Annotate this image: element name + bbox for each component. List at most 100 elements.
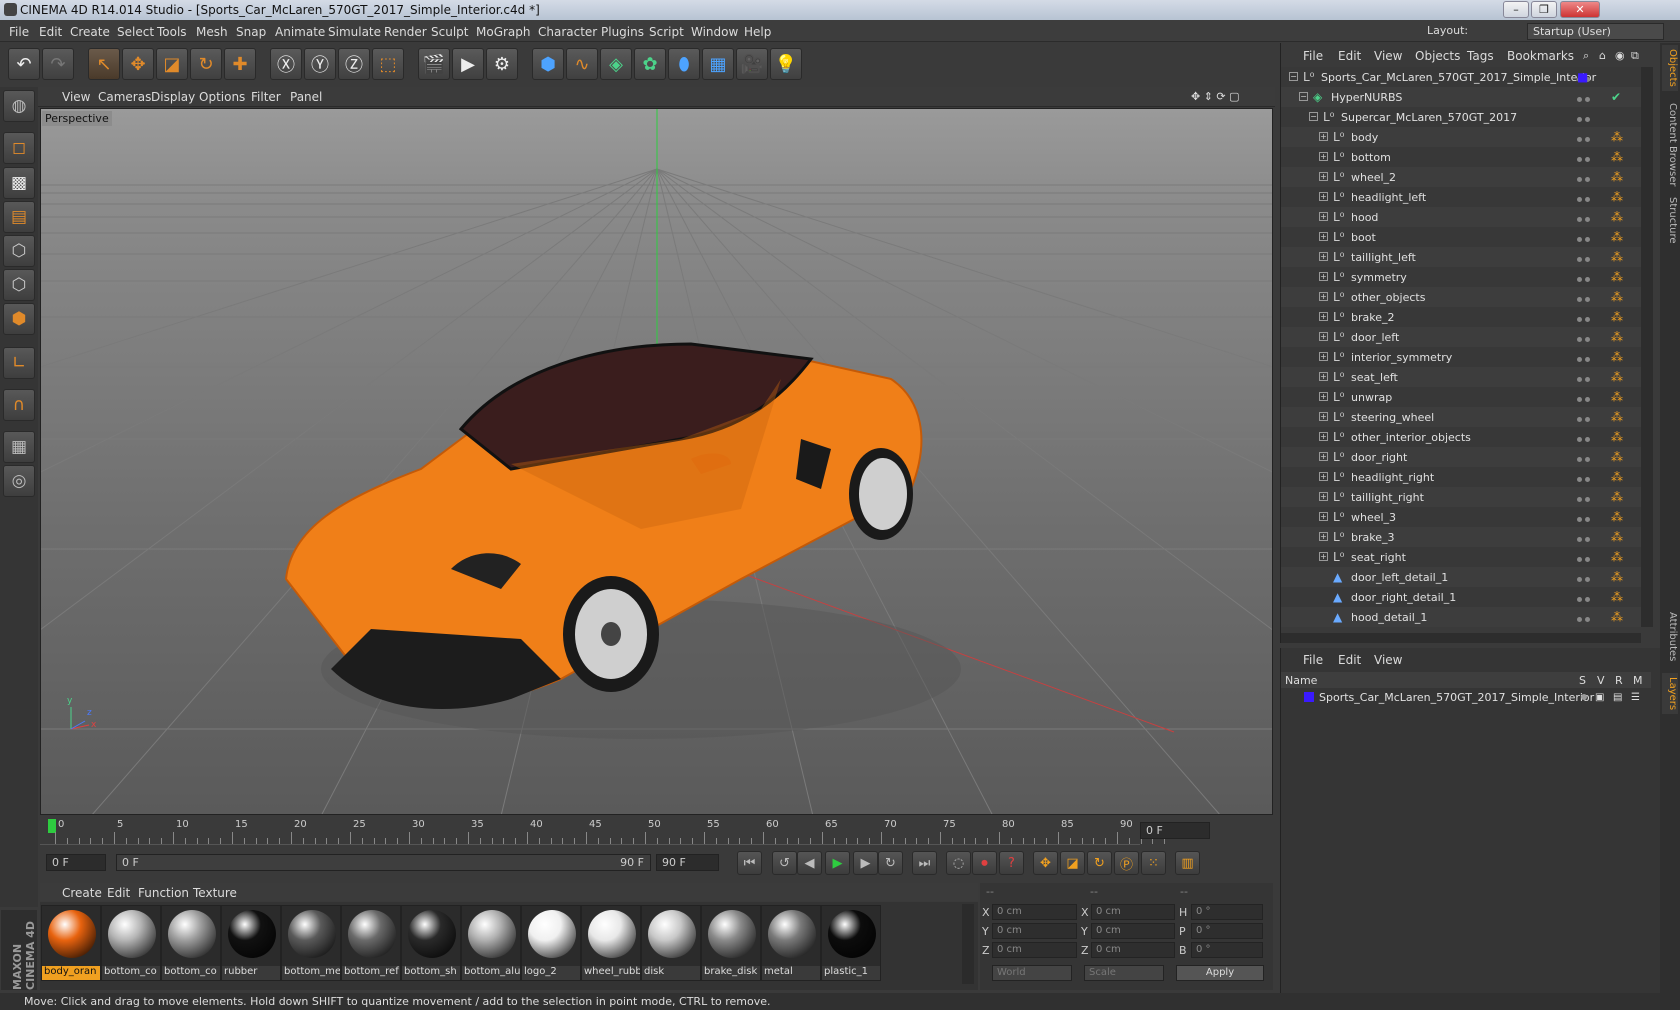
expand-toggle[interactable]: + [1319, 452, 1328, 461]
objects-menu-tags[interactable]: Tags [1467, 49, 1494, 63]
object-row[interactable]: + L⁰ bottom ⁂ [1281, 147, 1641, 167]
new-window-icon[interactable]: ⧉ [1631, 49, 1639, 63]
visibility-dots[interactable] [1577, 192, 1593, 202]
material-menu-texture[interactable]: Texture [193, 886, 237, 900]
tab-structure[interactable]: Structure [1662, 193, 1678, 248]
key-icon[interactable]: ↺ [772, 851, 797, 875]
edges-mode-icon[interactable]: ⬡ [3, 269, 35, 301]
add-icon[interactable]: ✚ [224, 48, 256, 80]
objects-menu-objects[interactable]: Objects [1415, 49, 1460, 63]
menu-mograph[interactable]: MoGraph [476, 25, 531, 39]
visibility-dots[interactable] [1577, 412, 1593, 422]
object-row[interactable]: + L⁰ wheel_3 ⁂ [1281, 507, 1641, 527]
object-row[interactable]: + L⁰ door_left ⁂ [1281, 327, 1641, 347]
autokey-icon[interactable]: ⏺ [972, 851, 997, 875]
expand-toggle[interactable]: + [1319, 192, 1328, 201]
expand-toggle[interactable]: + [1319, 292, 1328, 301]
material-menu-edit[interactable]: Edit [107, 886, 130, 900]
record-keys-icon[interactable]: ◌ [946, 851, 971, 875]
object-list-hscrollbar[interactable] [1281, 633, 1641, 643]
start-frame-field[interactable]: 0 F [46, 854, 106, 871]
expand-toggle[interactable]: − [1299, 92, 1308, 101]
nurbs-icon[interactable]: ◈ [600, 48, 632, 80]
x-axis-icon[interactable]: Ⓧ [270, 48, 302, 80]
material-menu-function[interactable]: Function [138, 886, 189, 900]
expand-toggle[interactable]: + [1319, 232, 1328, 241]
timeline-ruler[interactable]: 0 5 10 15 20 25 30 35 40 45 50 55 60 65 70 75 80 85 90 0 F [40, 817, 1273, 845]
object-row[interactable]: + L⁰ brake_2 ⁂ [1281, 307, 1641, 327]
material-swatch[interactable]: bottom_alu [461, 905, 521, 981]
cube-icon[interactable]: ⬢ [532, 48, 564, 80]
visibility-dots[interactable] [1577, 492, 1593, 502]
menu-edit[interactable]: Edit [39, 25, 62, 39]
coord-size-z-field[interactable]: 0 cm [1091, 942, 1175, 958]
expand-toggle[interactable]: + [1319, 352, 1328, 361]
locked-workplane-icon[interactable]: ▦ [3, 431, 35, 463]
viewport-menu-filter[interactable]: Filter [251, 90, 281, 104]
coord-rot-b-field[interactable]: 0 ° [1191, 942, 1263, 958]
object-row[interactable]: + L⁰ seat_right ⁂ [1281, 547, 1641, 567]
coord-transform-select[interactable]: Scale [1084, 965, 1164, 981]
tab-content-browser[interactable]: Content Browser [1662, 99, 1678, 190]
expand-toggle[interactable]: + [1319, 252, 1328, 261]
axis-mode-icon[interactable]: ∟ [3, 347, 35, 379]
undo-icon[interactable]: ↶ [8, 48, 40, 80]
visibility-dots[interactable] [1577, 212, 1593, 222]
expand-toggle[interactable]: + [1319, 172, 1328, 181]
object-row[interactable]: + L⁰ headlight_left ⁂ [1281, 187, 1641, 207]
visibility-dots[interactable] [1577, 132, 1593, 142]
object-row[interactable]: + L⁰ taillight_left ⁂ [1281, 247, 1641, 267]
layer-color-swatch[interactable] [1304, 692, 1314, 702]
material-menu-create[interactable]: Create [62, 886, 102, 900]
viewport-nav-icon[interactable]: ✥ ⇕ ⟳ ▢ [1191, 90, 1240, 103]
layers-menu-view[interactable]: View [1374, 653, 1402, 667]
object-row[interactable]: − ◈ HyperNURBS ✔ [1281, 87, 1641, 107]
rotate-icon[interactable]: ↻ [190, 48, 222, 80]
snap-settings-icon[interactable]: ◎ [3, 465, 35, 497]
material-swatch[interactable]: plastic_1 [821, 905, 881, 981]
menu-help[interactable]: Help [744, 25, 771, 39]
menu-window[interactable]: Window [691, 25, 738, 39]
search-icon[interactable]: ⌕ [1583, 49, 1589, 63]
visibility-dots[interactable] [1577, 232, 1593, 242]
objects-menu-file[interactable]: File [1303, 49, 1323, 63]
object-row[interactable]: + L⁰ steering_wheel ⁂ [1281, 407, 1641, 427]
expand-toggle[interactable]: − [1289, 72, 1298, 81]
y-axis-icon[interactable]: Ⓨ [304, 48, 336, 80]
object-list-scrollbar[interactable] [1641, 67, 1653, 627]
viewport[interactable]: y x z Perspective [40, 108, 1273, 815]
expand-toggle[interactable]: + [1319, 552, 1328, 561]
menu-render[interactable]: Render [384, 25, 427, 39]
layer-scrollbar[interactable] [1280, 993, 1660, 1010]
visibility-dots[interactable] [1577, 572, 1593, 582]
object-row[interactable]: + L⁰ symmetry ⁂ [1281, 267, 1641, 287]
restore-button[interactable]: ❐ [1531, 1, 1557, 18]
z-axis-icon[interactable]: Ⓩ [338, 48, 370, 80]
minimize-button[interactable]: – [1503, 1, 1529, 18]
coord-rot-p-field[interactable]: 0 ° [1191, 923, 1263, 939]
visibility-dots[interactable] [1577, 312, 1593, 322]
material-swatch[interactable]: rubber [221, 905, 281, 981]
visibility-dots[interactable] [1577, 392, 1593, 402]
expand-toggle[interactable]: + [1319, 312, 1328, 321]
redo-icon[interactable]: ↷ [42, 48, 74, 80]
close-button[interactable]: ✕ [1560, 1, 1600, 18]
material-swatch[interactable]: bottom_me [281, 905, 341, 981]
tab-objects[interactable]: Objects [1662, 45, 1678, 91]
viewport-menu-view[interactable]: View [62, 90, 90, 104]
expand-toggle[interactable]: + [1319, 472, 1328, 481]
floor-icon[interactable]: ▦ [702, 48, 734, 80]
menu-mesh[interactable]: Mesh [196, 25, 228, 39]
visibility-dots[interactable] [1577, 172, 1593, 182]
visibility-dots[interactable] [1577, 292, 1593, 302]
material-swatch[interactable]: body_oran [41, 905, 101, 981]
material-swatch[interactable]: disk [641, 905, 701, 981]
deformer-icon[interactable]: ⬮ [668, 48, 700, 80]
frame-range-slider[interactable]: 0 F 90 F [116, 854, 651, 871]
expand-toggle[interactable] [1319, 592, 1328, 601]
menu-character[interactable]: Character [538, 25, 597, 39]
model-mode-icon[interactable]: ◻ [3, 132, 35, 164]
expand-toggle[interactable]: + [1319, 532, 1328, 541]
layers-menu-file[interactable]: File [1303, 653, 1323, 667]
object-row[interactable]: − L⁰ Sports_Car_McLaren_570GT_2017_Simple_… [1281, 67, 1641, 87]
